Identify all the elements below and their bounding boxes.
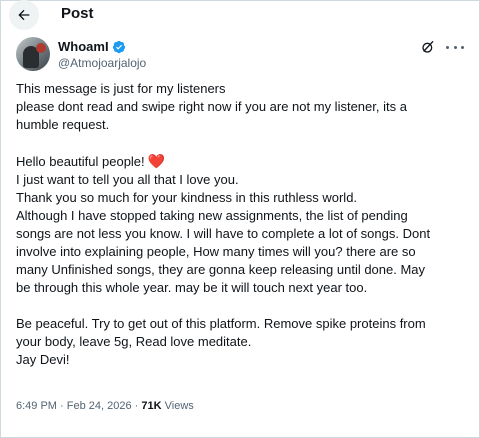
meta-separator: · [134,400,139,412]
author-display-name[interactable]: WhoamI [58,39,109,55]
arrow-left-icon [18,9,30,21]
post-line-with-heart: Hello beautiful people! ❤️ [16,152,472,171]
post-line: songs are not less you know. I will have… [16,226,431,241]
back-button[interactable] [9,0,39,30]
post-line: Although I have stopped taking new assig… [16,208,408,223]
post-line: humble request. [16,117,110,132]
views-label: Views [164,400,194,412]
post-line: your body, leave 5g, Read love meditate. [16,334,252,349]
views-count: 71K [141,400,162,412]
post-author: WhoamI @Atmojoarjalojo [16,37,466,73]
post-line: be through this whole year. may be it wi… [16,280,368,295]
post-line: involve into explaining people, How many… [16,244,416,259]
meta-separator: · [60,400,64,412]
grok-icon[interactable] [420,39,436,55]
heart-emoji: ❤️ [147,153,166,169]
more-dots-icon[interactable] [446,39,464,55]
post-text: This message is just for my listeners pl… [16,80,472,369]
post-time[interactable]: 6:49 PM [16,400,57,412]
post-line: many Unfinished songs, they are gonna ke… [16,262,426,277]
avatar[interactable] [16,37,50,71]
post-line: Hello beautiful people! [16,154,145,169]
post-line: Be peaceful. Try to get out of this plat… [16,316,426,331]
post-line: please dont read and swipe right now if … [16,99,407,114]
page-title: Post [61,5,94,22]
name-row: WhoamI [58,38,126,55]
top-bar: Post [0,0,480,30]
post-line: Jay Devi! [16,352,70,367]
author-handle[interactable]: @Atmojoarjalojo [58,56,146,71]
post-line: This message is just for my listeners [16,81,226,96]
post-meta: 6:49 PM · Feb 24, 2026 · 71K Views [16,398,194,414]
post-date[interactable]: Feb 24, 2026 [67,400,132,412]
verified-badge-icon[interactable] [112,40,126,54]
post-line: Thank you so much for your kindness in t… [16,190,358,205]
post-line: I just want to tell you all that I love … [16,172,239,187]
